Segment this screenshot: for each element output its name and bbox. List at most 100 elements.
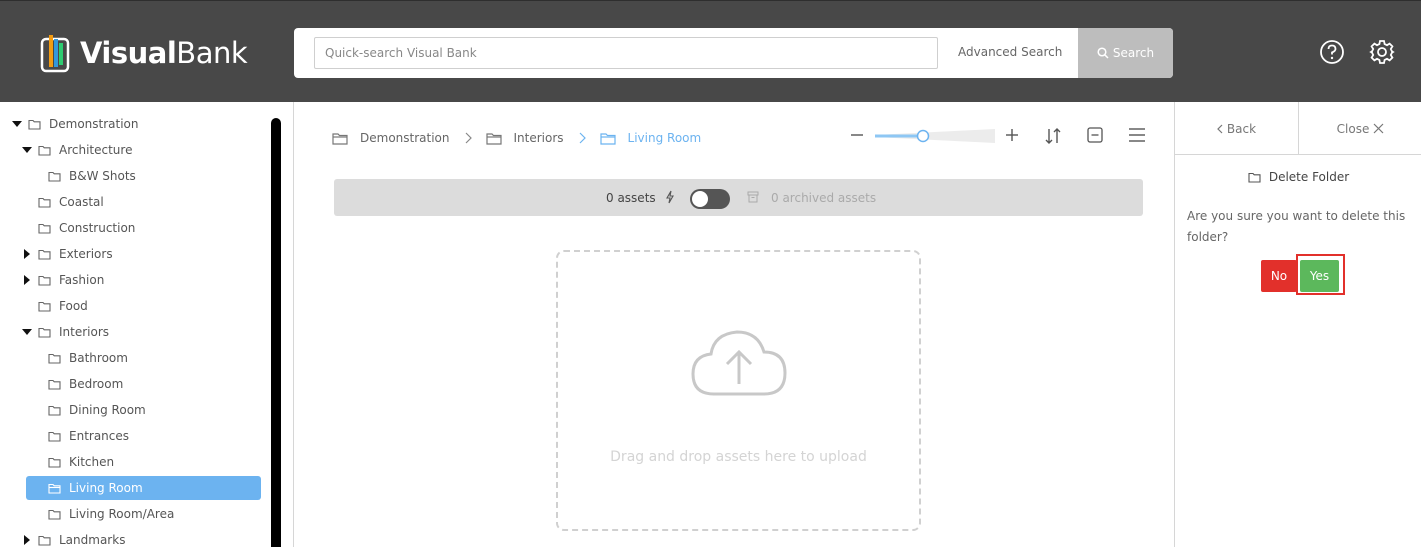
archive-toggle[interactable]: [690, 189, 730, 209]
folder-open-icon: [48, 483, 61, 494]
menu-icon[interactable]: [1128, 127, 1146, 143]
tree-item[interactable]: Demonstration: [12, 112, 139, 136]
breadcrumb: Demonstration Interiors Living Room: [332, 129, 701, 147]
folder-icon: [48, 431, 61, 442]
panel-title: Delete Folder: [1175, 170, 1421, 184]
logo-icon: [40, 35, 70, 73]
close-label: Close: [1336, 121, 1370, 136]
search-input[interactable]: [314, 37, 938, 69]
folder-icon: [48, 379, 61, 390]
tree-item[interactable]: Fashion: [22, 268, 104, 292]
caret-down-icon[interactable]: [22, 328, 32, 336]
tree-item[interactable]: Entrances: [32, 424, 129, 448]
help-icon[interactable]: [1319, 39, 1345, 65]
delete-confirm-message: Are you sure you want to delete this fol…: [1187, 209, 1406, 244]
zoom-out-icon[interactable]: [850, 128, 864, 142]
folder-icon: [38, 301, 51, 312]
visualbank-logo[interactable]: VisualBank: [40, 31, 248, 75]
folder-icon: [48, 171, 61, 182]
toggle-knob: [692, 191, 708, 207]
back-button[interactable]: Back: [1175, 102, 1299, 155]
caret-down-icon[interactable]: [22, 146, 32, 154]
breadcrumb-item-interiors[interactable]: Interiors: [485, 131, 564, 145]
folder-icon: [28, 119, 41, 130]
tree-item-label: Architecture: [59, 143, 133, 157]
caret-right-icon[interactable]: [22, 535, 32, 545]
yes-button[interactable]: Yes: [1300, 260, 1339, 292]
tree-item-label: Landmarks: [59, 533, 126, 547]
search-bar: Advanced Search Search: [294, 28, 1173, 78]
logo-text: VisualBank: [80, 35, 248, 70]
panel-title-text: Delete Folder: [1268, 170, 1350, 184]
delete-folder-panel: Back Close Delete Folder Are you sure yo…: [1174, 102, 1421, 547]
folder-icon: [38, 275, 51, 286]
tree-item[interactable]: Kitchen: [32, 450, 114, 474]
no-button[interactable]: No: [1261, 260, 1297, 292]
tree-item-label: Exteriors: [59, 247, 113, 261]
settings-gear-icon[interactable]: [1369, 39, 1395, 65]
collapse-icon[interactable]: [1087, 127, 1103, 143]
tree-item-label: Dining Room: [69, 403, 146, 417]
logo-text-light: Bank: [176, 35, 248, 70]
folder-open-icon: [599, 132, 616, 145]
tree-item[interactable]: Architecture: [22, 138, 132, 162]
view-toolbar: [850, 124, 1150, 148]
dropzone-text: Drag and drop assets here to upload: [610, 449, 867, 465]
folder-icon: [38, 145, 51, 156]
folder-icon: [38, 249, 51, 260]
tree-item-label: Demonstration: [49, 117, 139, 131]
sort-icon[interactable]: [1043, 126, 1063, 146]
tree-item[interactable]: Coastal: [22, 190, 104, 214]
tree-item-label: Living Room: [69, 481, 143, 495]
tree-item-label: Bedroom: [69, 377, 124, 391]
close-icon: [1373, 123, 1384, 134]
tree-item-label: Entrances: [69, 429, 130, 443]
assets-count: 0 assets: [606, 191, 656, 205]
close-button[interactable]: Close: [1299, 102, 1421, 155]
tree-item[interactable]: B&W Shots: [32, 164, 136, 188]
tree-item[interactable]: Exteriors: [22, 242, 113, 266]
tree-item[interactable]: Food: [22, 294, 88, 318]
zoom-slider[interactable]: [874, 127, 996, 145]
breadcrumb-label: Demonstration: [360, 131, 450, 145]
search-button[interactable]: Search: [1078, 28, 1173, 78]
folder-icon: [38, 327, 51, 338]
breadcrumb-item-living-room: Living Room: [599, 131, 701, 145]
breadcrumb-item-demonstration[interactable]: Demonstration: [332, 131, 450, 145]
main-content: Demonstration Interiors Living Room 0 as…: [294, 102, 1174, 547]
folder-icon: [38, 223, 51, 234]
tree-item-label: Construction: [59, 221, 136, 235]
sidebar-scrollbar[interactable]: [271, 118, 281, 547]
tree-item-label: Interiors: [59, 325, 110, 339]
tree-item[interactable]: Interiors: [22, 320, 109, 344]
app-header: VisualBank Advanced Search Search: [0, 0, 1421, 102]
caret-right-icon[interactable]: [22, 275, 32, 285]
caret-down-icon[interactable]: [12, 120, 22, 128]
chevron-right-icon: [578, 132, 586, 144]
tree-item[interactable]: Dining Room: [32, 398, 146, 422]
tree-item[interactable]: Construction: [22, 216, 135, 240]
folder-icon: [48, 405, 61, 416]
advanced-search-link[interactable]: Advanced Search: [958, 45, 1062, 59]
tree-item-label: Food: [59, 299, 88, 313]
caret-right-icon[interactable]: [22, 249, 32, 259]
tree-item[interactable]: Living Room/Area: [32, 502, 174, 526]
cloud-upload-icon: [691, 330, 787, 396]
tree-item-label: Fashion: [59, 273, 105, 287]
chevron-right-icon: [464, 132, 472, 144]
tree-item[interactable]: Landmarks: [22, 528, 125, 547]
chevron-left-icon: [1217, 124, 1223, 133]
tree-item-label: B&W Shots: [69, 169, 136, 183]
folder-icon: [1248, 172, 1261, 183]
tree-item[interactable]: Living Room: [26, 476, 261, 500]
folder-icon: [48, 353, 61, 364]
tree-item[interactable]: Bathroom: [32, 346, 128, 370]
zoom-in-icon[interactable]: [1005, 128, 1019, 142]
tree-item[interactable]: Bedroom: [32, 372, 123, 396]
archived-assets-count: 0 archived assets: [771, 191, 877, 205]
folder-icon: [38, 197, 51, 208]
lightning-icon: [666, 190, 674, 204]
upload-dropzone[interactable]: Drag and drop assets here to upload: [556, 250, 921, 531]
folder-icon: [485, 132, 502, 145]
tree-item-label: Coastal: [59, 195, 104, 209]
